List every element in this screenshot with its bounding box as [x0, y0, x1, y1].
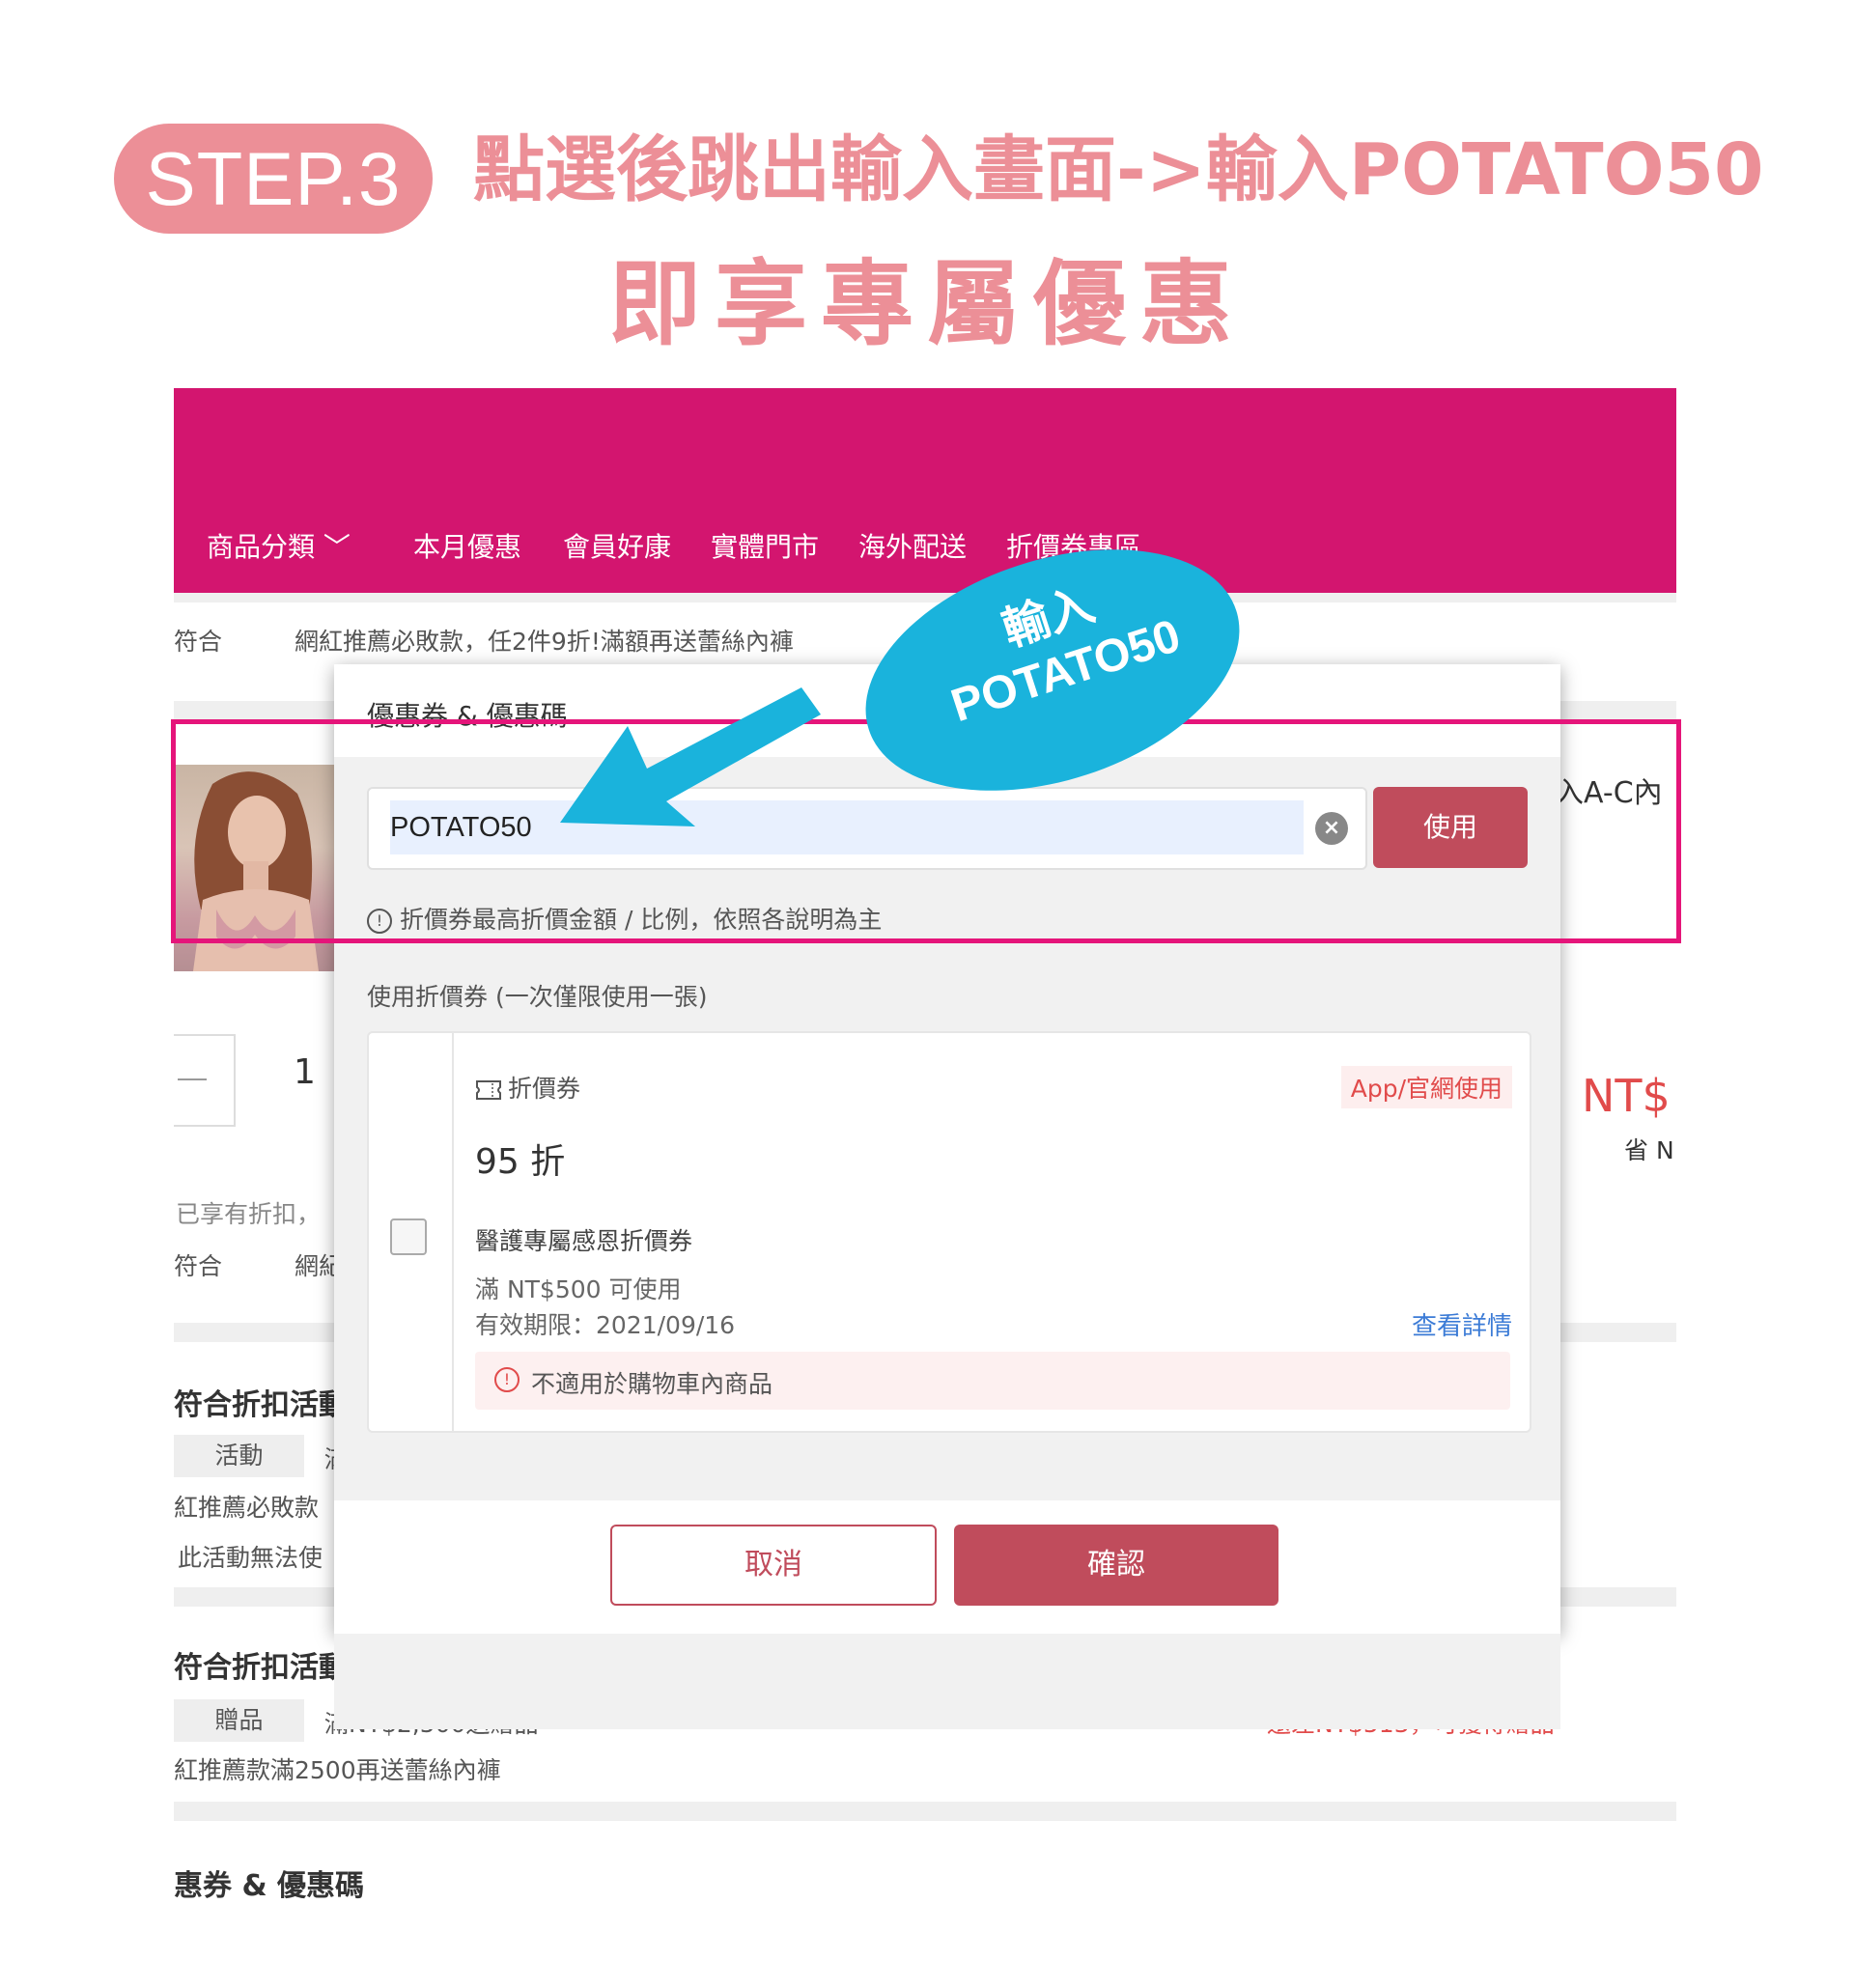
modal-footer: 取消 確認 [334, 1500, 1560, 1634]
step-label: STEP.3 [114, 124, 433, 234]
discount-note: 已享有折扣， [176, 1200, 322, 1228]
section1-title: 符合折扣活動 [174, 1388, 348, 1422]
arrow-icon [560, 687, 821, 826]
cancel-button[interactable]: 取消 [610, 1525, 937, 1606]
coupon-card[interactable]: 折價券 App/官網使用 95 折 醫護專屬感恩折價券 滿 NT$500 可使用… [367, 1031, 1531, 1433]
coupon-min-spend: 滿 NT$500 可使用 [475, 1275, 682, 1303]
divider [174, 593, 1676, 602]
coupon-value: 95 折 [475, 1142, 566, 1182]
section3-title: 惠券 & 優惠碼 [174, 1869, 365, 1903]
nav-item-categories[interactable]: 商品分類 ﹀ [207, 528, 351, 567]
nav-item-monthly-offers[interactable]: 本月優惠 [413, 528, 521, 567]
section2-desc: 紅推薦款滿2500再送蕾絲內褲 [174, 1756, 501, 1784]
coupon-type: 折價券 [475, 1070, 580, 1105]
instruction-line1: 點選後跳出輸入畫面->輸入POTATO50 [473, 128, 1764, 211]
coupon-select-column [369, 1033, 454, 1431]
section2-title: 符合折扣活動 [174, 1651, 348, 1685]
section1-note: 此活動無法使 [178, 1544, 323, 1572]
site-navbar: 商品分類 ﹀ 本月優惠 會員好康 實體門市 海外配送 折價券專區 [174, 388, 1676, 593]
confirm-button[interactable]: 確認 [954, 1525, 1278, 1606]
section2-tag: 贈品 [174, 1699, 304, 1742]
promo-row-label: 符合 [174, 628, 223, 656]
coupon-detail-link[interactable]: 查看詳情 [1412, 1306, 1512, 1342]
section1-desc: 紅推薦必敗款 [174, 1494, 320, 1522]
coupon-checkbox[interactable] [390, 1218, 427, 1255]
coupon-expiry: 有效期限：2021/09/16 [475, 1311, 736, 1339]
coupon-section-label: 使用折價券 (一次僅限使用一張) [367, 983, 708, 1011]
coupon-name: 醫護專屬感恩折價券 [475, 1227, 693, 1255]
quantity-value: 1 [294, 1052, 316, 1092]
warning-icon: ! [494, 1367, 520, 1392]
ticket-icon [476, 1080, 501, 1100]
promo-row-text: 網紅推薦必敗款，任2件9折!滿額再送蕾絲內褲 [295, 628, 794, 656]
coupon-type-label: 折價券 [508, 1075, 581, 1103]
price-fragment: NT$ [1582, 1070, 1671, 1122]
nav-item-stores[interactable]: 實體門市 [711, 528, 819, 567]
nav-item-member-benefits[interactable]: 會員好康 [563, 528, 671, 567]
save-fragment: 省 N [1624, 1136, 1674, 1164]
coupon-channel-badge: App/官網使用 [1340, 1066, 1512, 1108]
instruction-line2: 即享專屬優惠 [608, 250, 1246, 358]
nav-item-overseas-shipping[interactable]: 海外配送 [858, 528, 967, 567]
coupon-warning: ! 不適用於購物車內商品 [475, 1352, 1510, 1410]
quantity-decrease-button[interactable] [174, 1034, 236, 1127]
section1-tag: 活動 [174, 1435, 304, 1477]
divider [174, 1802, 1676, 1821]
promo-row2-label: 符合 [174, 1252, 223, 1280]
coupon-warning-text: 不適用於購物車內商品 [531, 1370, 773, 1398]
